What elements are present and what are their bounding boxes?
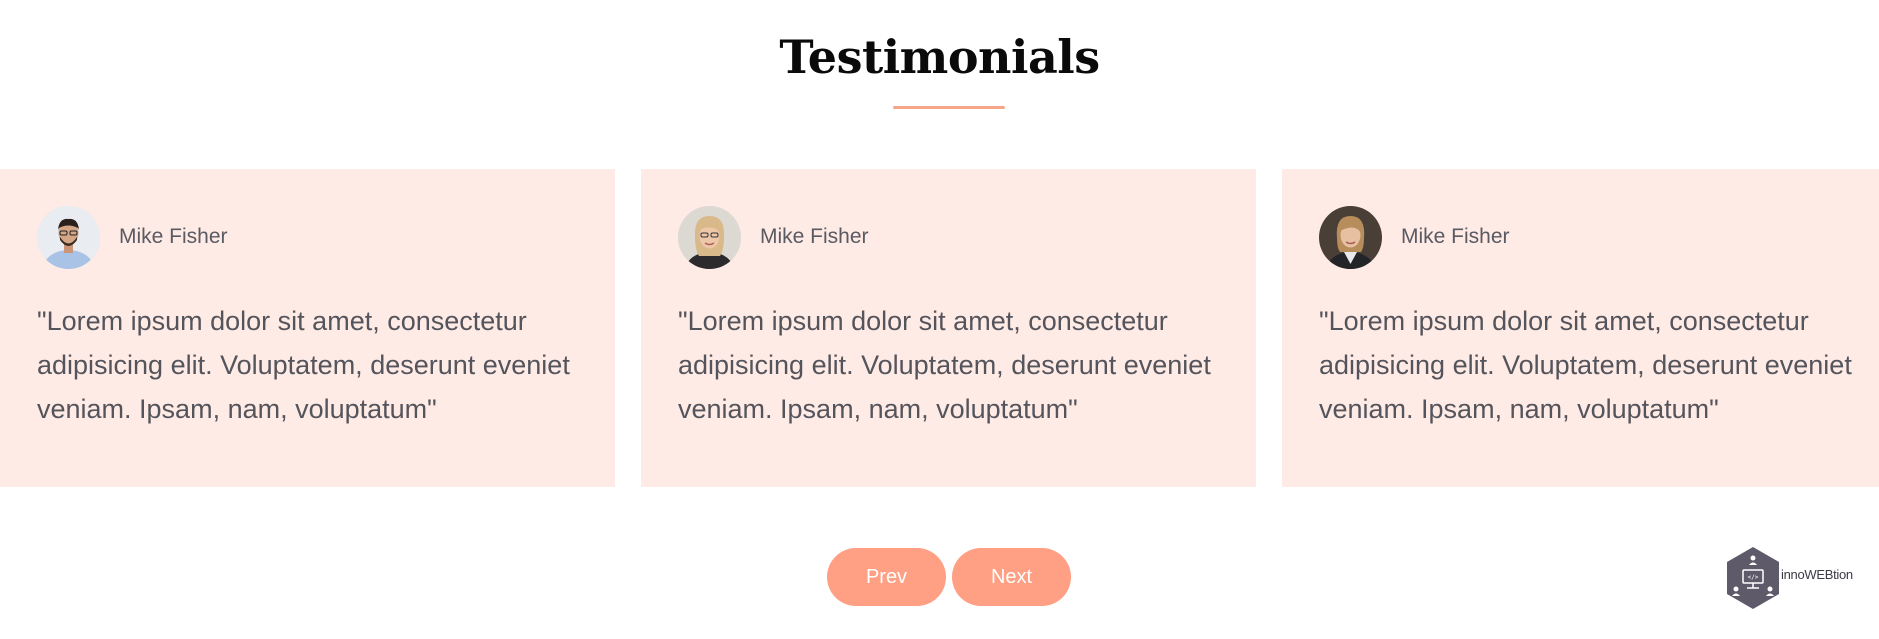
title-underline	[893, 106, 1005, 109]
avatar	[678, 206, 741, 269]
section-title: Testimonials	[779, 30, 1100, 84]
testimonial-card: Mike Fisher "Lorem ipsum dolor sit amet,…	[1282, 169, 1879, 487]
testimonial-quote: "Lorem ipsum dolor sit amet, consectetur…	[678, 306, 1211, 424]
reviewer-name: Mike Fisher	[119, 225, 228, 248]
reviewer-name: Mike Fisher	[760, 225, 869, 248]
testimonial-quote: "Lorem ipsum dolor sit amet, consectetur…	[1319, 306, 1852, 424]
avatar	[1319, 206, 1382, 269]
testimonial-card: Mike Fisher "Lorem ipsum dolor sit amet,…	[0, 169, 615, 487]
avatar	[37, 206, 100, 269]
testimonial-card: Mike Fisher "Lorem ipsum dolor sit amet,…	[641, 169, 1256, 487]
reviewer-name: Mike Fisher	[1401, 225, 1510, 248]
prev-button[interactable]: Prev	[827, 548, 946, 606]
brand-name: innoWEBtion	[1781, 567, 1853, 582]
testimonial-quote: "Lorem ipsum dolor sit amet, consectetur…	[37, 306, 570, 424]
brand-badge[interactable]: </> innoWEBtion	[1724, 545, 1854, 611]
hexagon-network-logo-icon: </>	[1727, 547, 1779, 609]
svg-text:</>: </>	[1748, 574, 1759, 581]
next-button[interactable]: Next	[952, 548, 1071, 606]
